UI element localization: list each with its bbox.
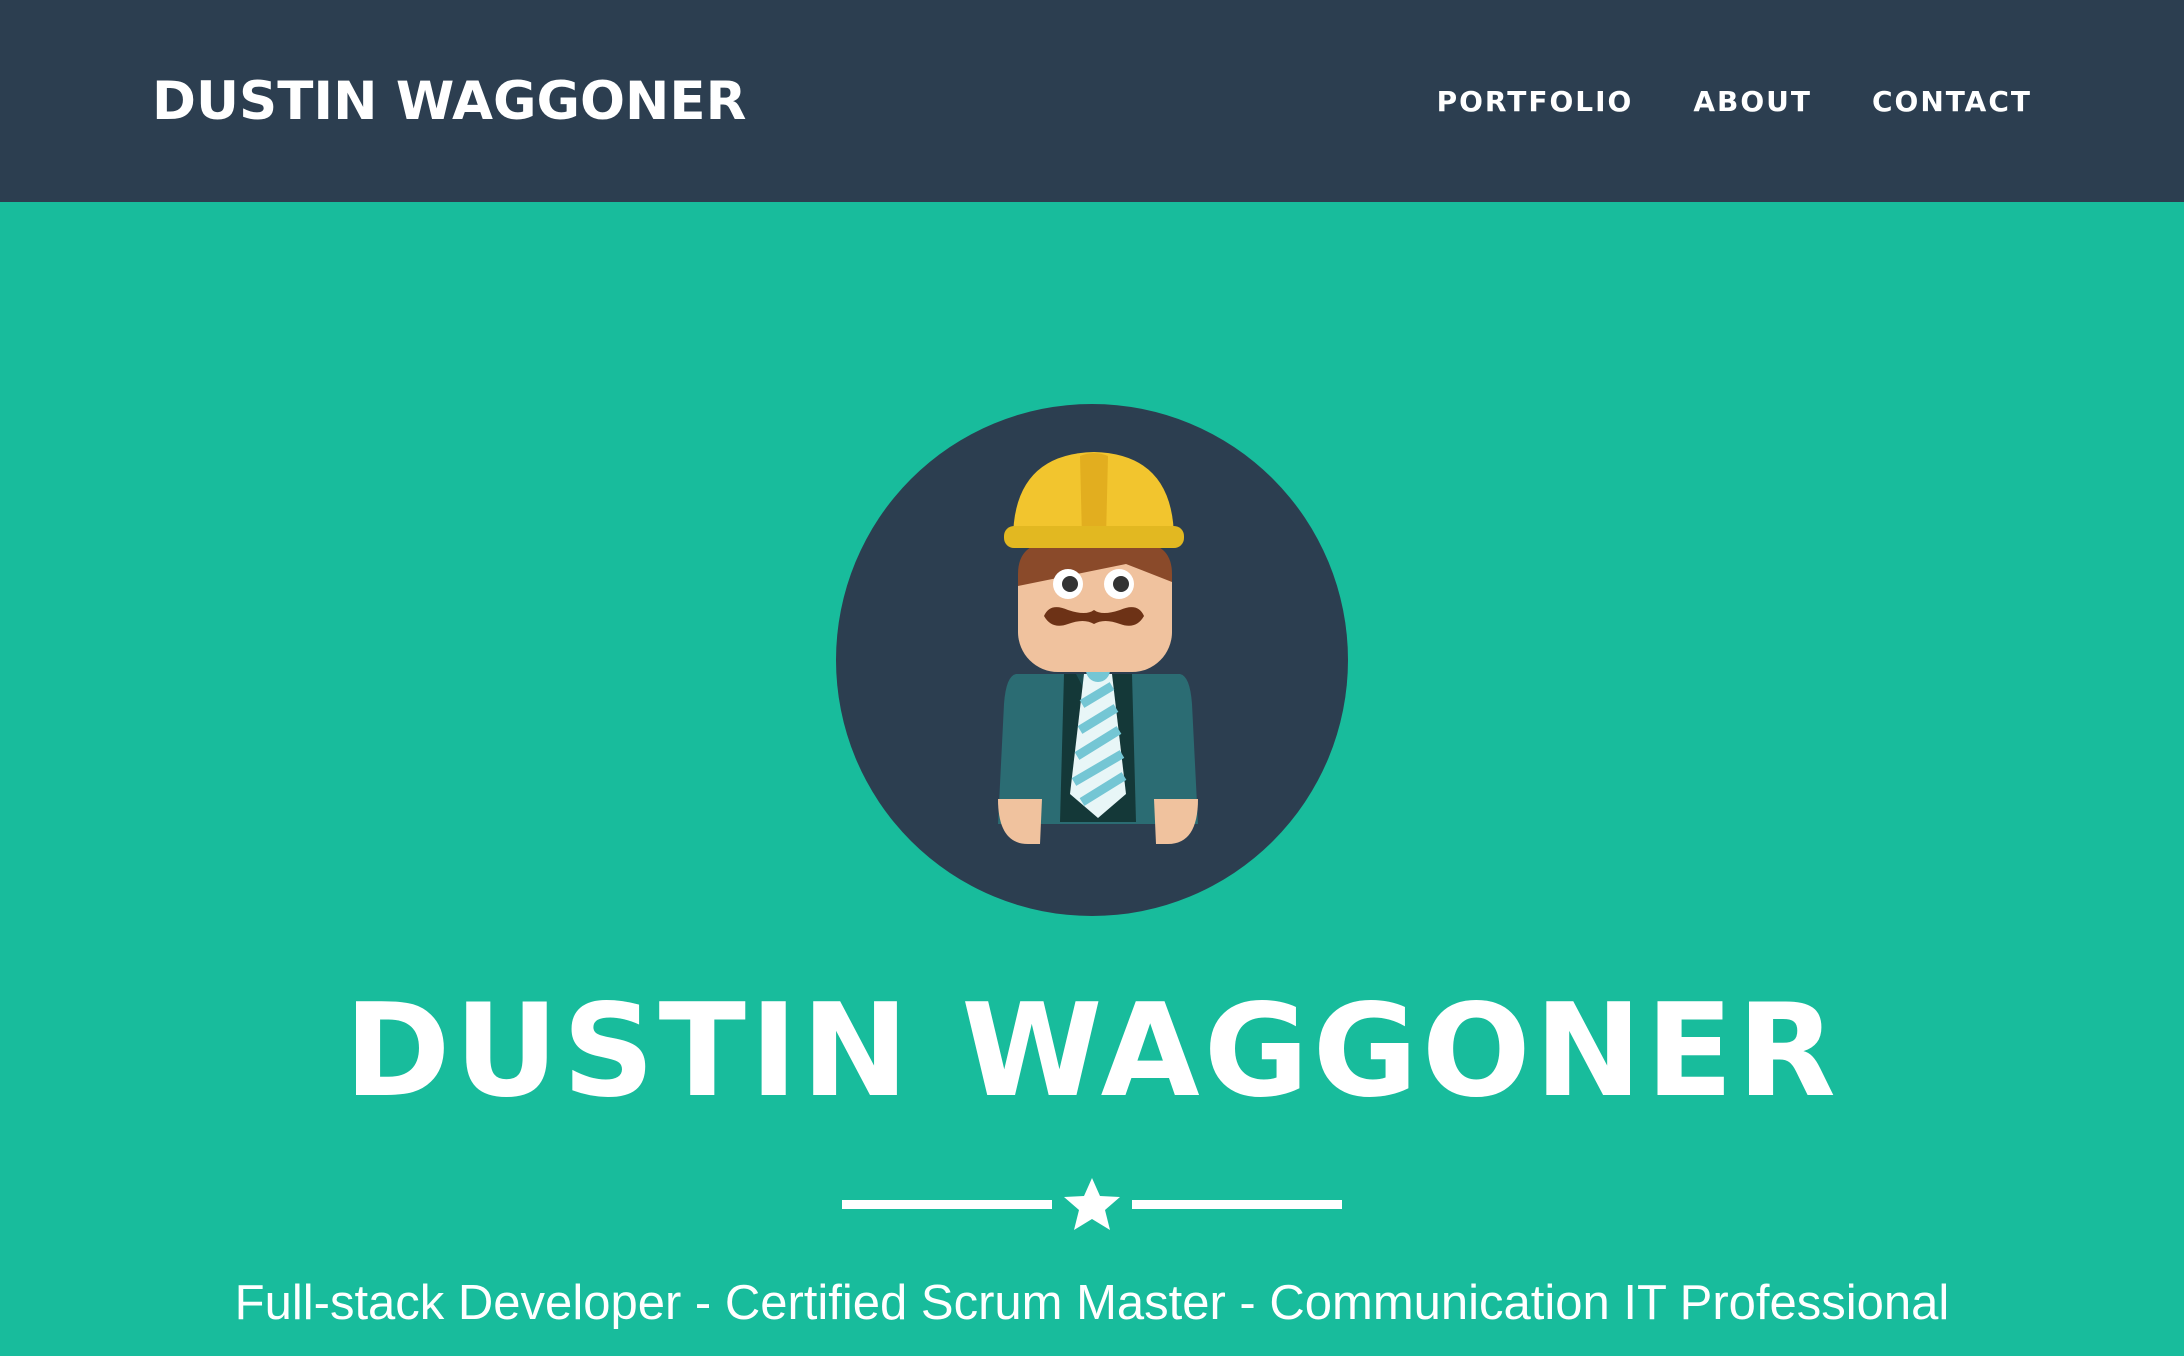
nav-link-contact[interactable]: CONTACT (1872, 82, 2032, 122)
star-icon (1064, 1178, 1120, 1230)
divider-line-right (1132, 1200, 1342, 1209)
construction-worker-avatar-icon (836, 404, 1348, 916)
hero-section: DUSTIN WAGGONER Full-stack Developer - C… (0, 202, 2184, 1356)
hero-subtitle: Full-stack Developer - Certified Scrum M… (234, 1276, 1950, 1330)
nav-link-portfolio[interactable]: PORTFOLIO (1437, 82, 1634, 122)
hero-title: DUSTIN WAGGONER (344, 977, 1840, 1126)
star-divider (842, 1178, 1342, 1230)
nav-links: PORTFOLIO ABOUT CONTACT (1437, 82, 2032, 122)
divider-line-left (842, 1200, 1052, 1209)
nav-link-about[interactable]: ABOUT (1693, 82, 1812, 122)
navbar: DUSTIN WAGGONER PORTFOLIO ABOUT CONTACT (0, 0, 2184, 202)
brand-link[interactable]: DUSTIN WAGGONER (152, 70, 746, 134)
